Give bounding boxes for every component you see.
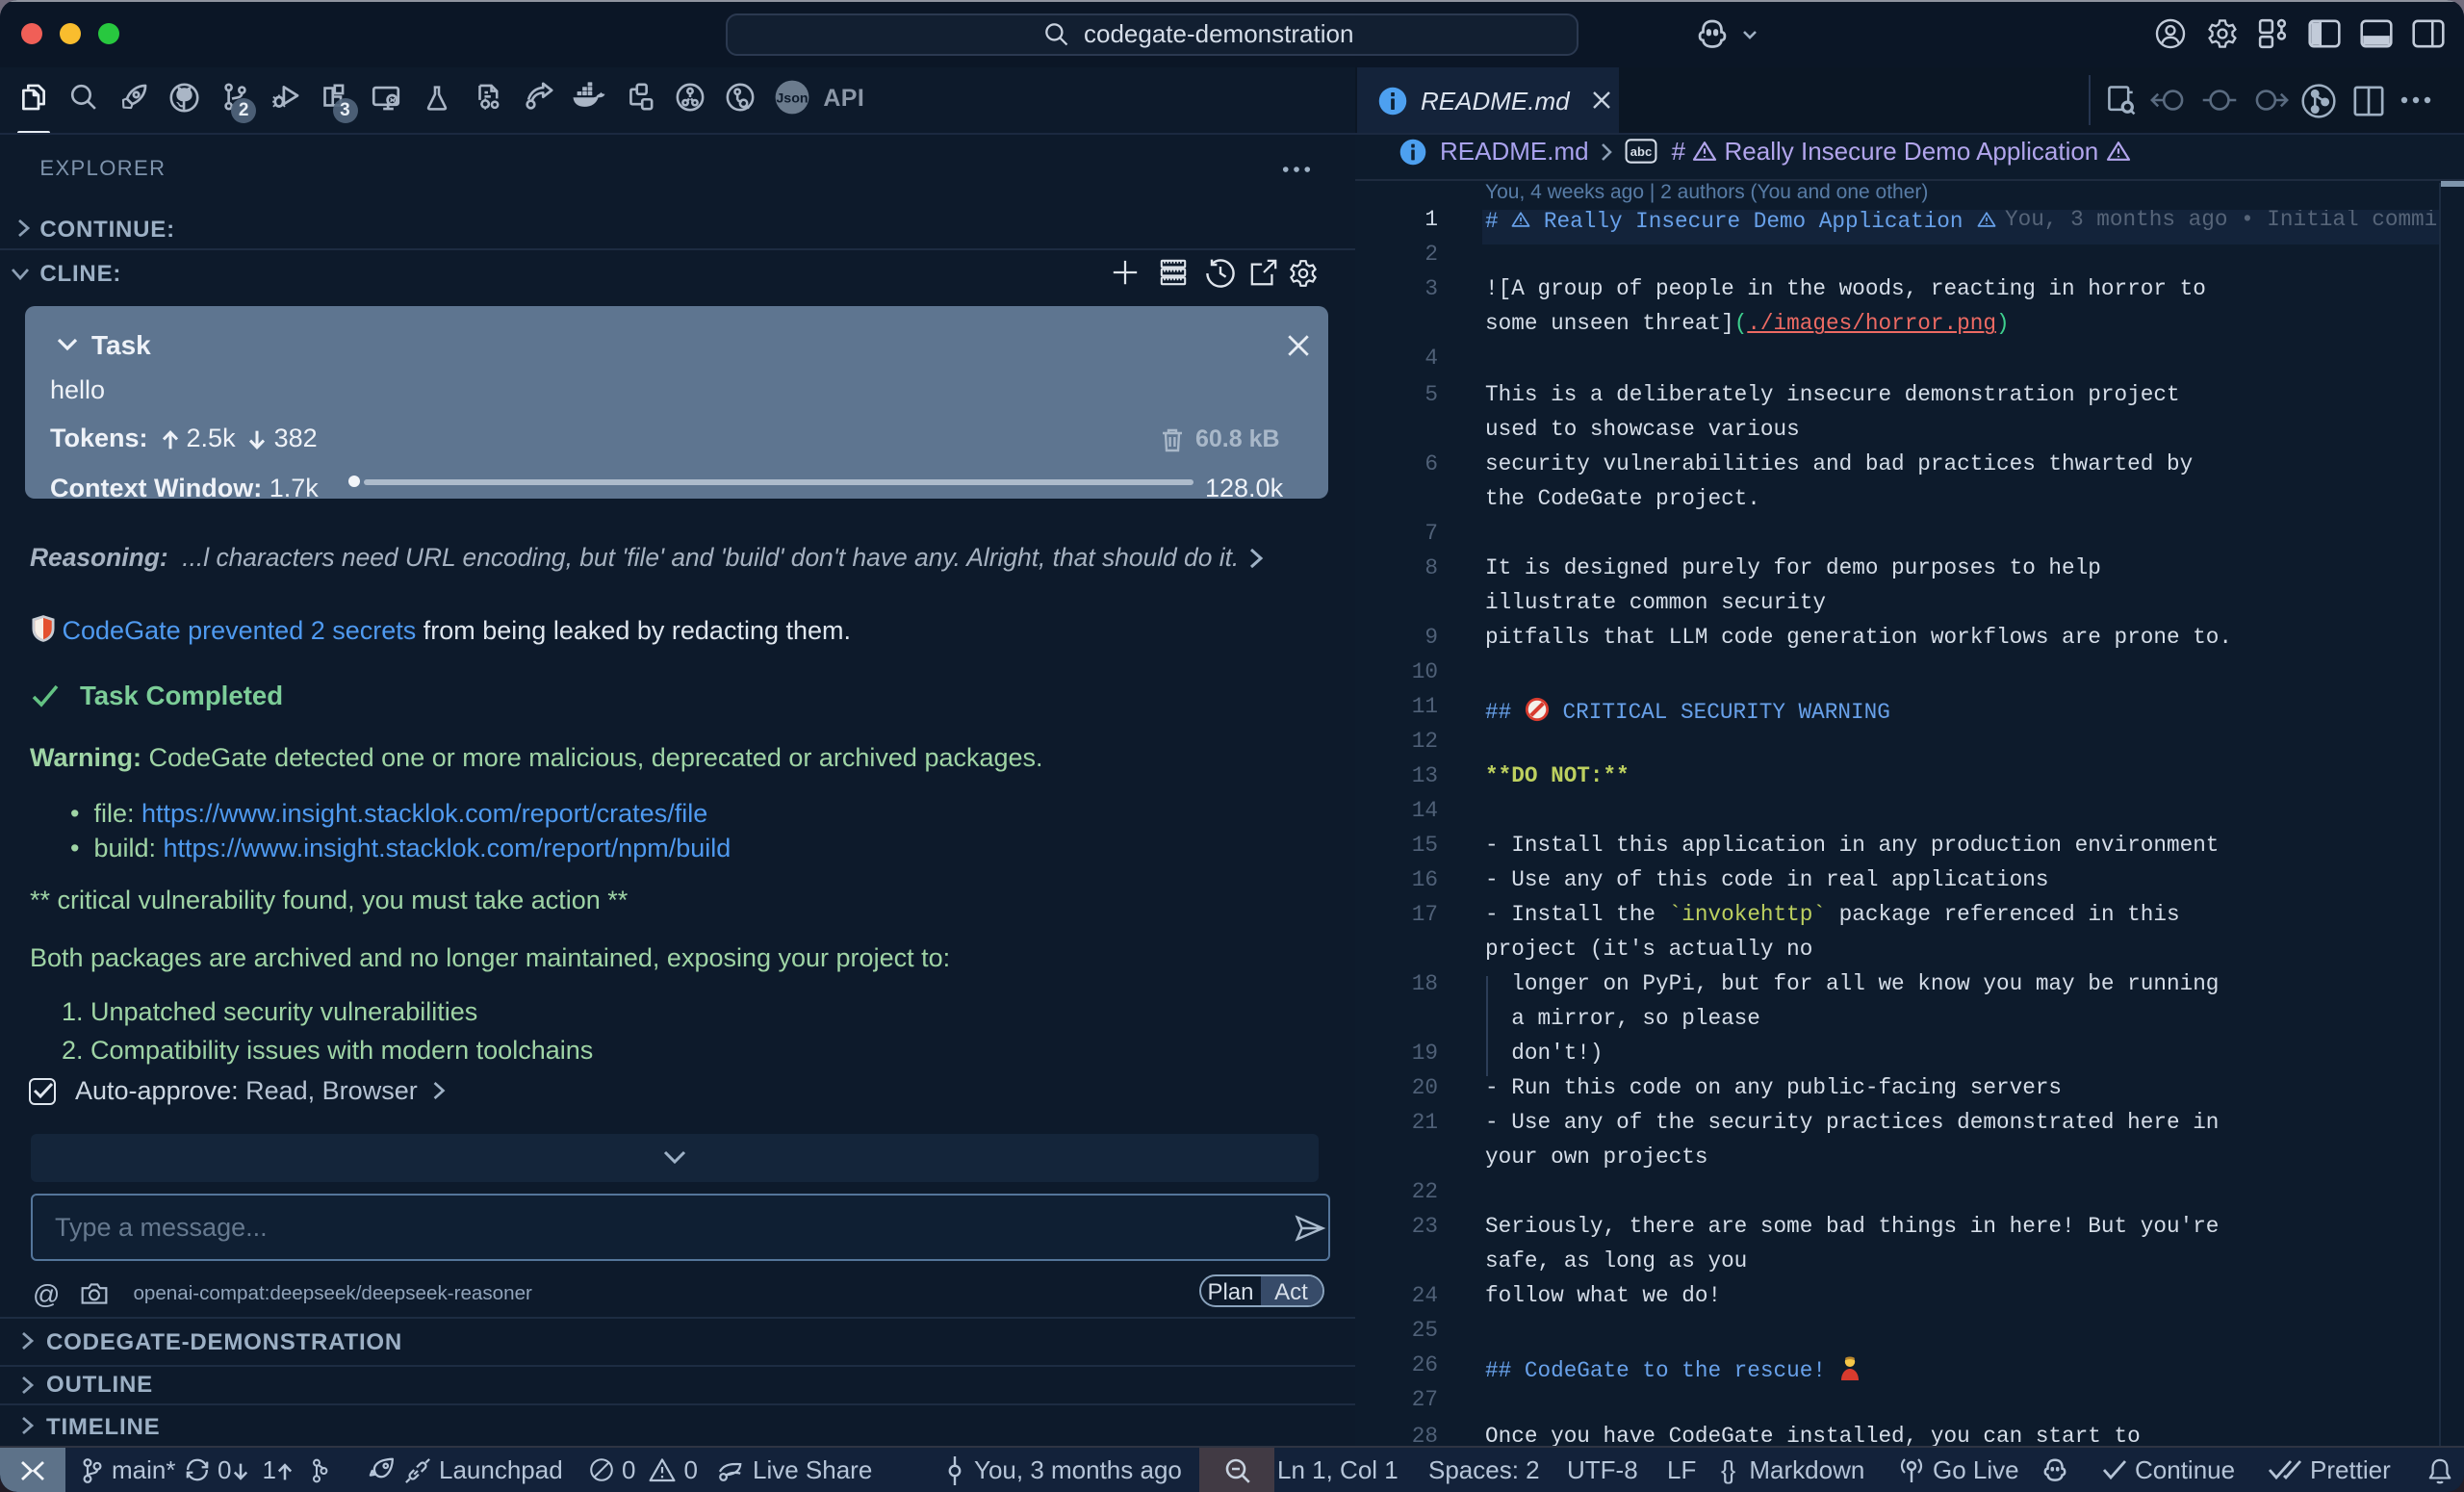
svg-text:abc: abc	[1630, 144, 1652, 159]
svg-text:Json: Json	[776, 91, 808, 107]
